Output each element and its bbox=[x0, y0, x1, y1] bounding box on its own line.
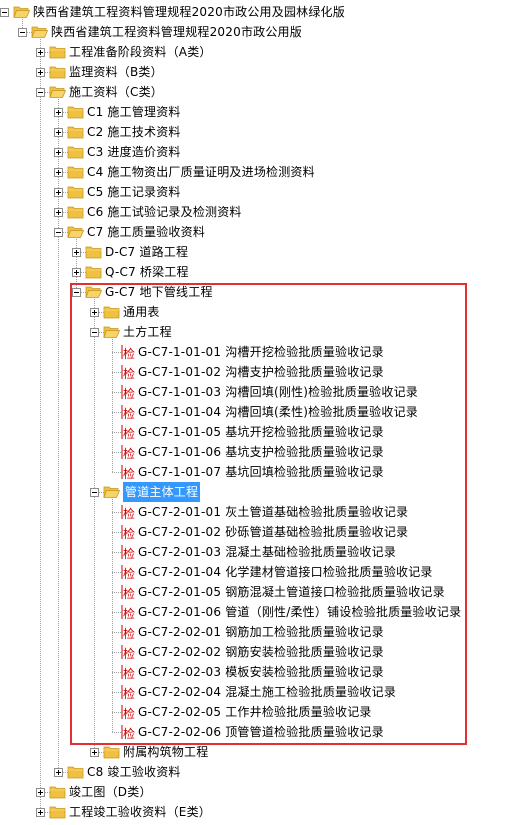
folder-open-icon bbox=[31, 25, 49, 39]
tree-node-d-c7[interactable]: D-C7 道路工程 bbox=[0, 242, 530, 262]
tree-node-label: 工程竣工验收资料（E类） bbox=[69, 805, 211, 819]
expand-toggle-icon[interactable] bbox=[36, 808, 45, 817]
folder-icon bbox=[67, 765, 84, 779]
expand-toggle-icon[interactable] bbox=[54, 168, 63, 177]
expand-toggle-icon[interactable] bbox=[90, 748, 99, 757]
tree-node-c7[interactable]: C7 施工质量验收资料 bbox=[0, 222, 530, 242]
tree-node-c1[interactable]: C1 施工管理资料 bbox=[0, 102, 530, 122]
tree-node-c[interactable]: 施工资料（C类） bbox=[0, 82, 530, 102]
tree-node-label: C4 施工物资出厂质量证明及进场检测资料 bbox=[87, 165, 315, 179]
folder-open-icon bbox=[13, 5, 31, 19]
folder-icon bbox=[67, 165, 84, 179]
folder-icon bbox=[67, 105, 84, 119]
collapse-toggle-icon[interactable] bbox=[36, 88, 45, 97]
tree-node-label: C7 施工质量验收资料 bbox=[87, 225, 206, 239]
expand-toggle-icon[interactable] bbox=[54, 148, 63, 157]
folder-icon bbox=[67, 125, 84, 139]
tree-node-d[interactable]: 竣工图（D类） bbox=[0, 782, 530, 802]
expand-toggle-icon[interactable] bbox=[54, 128, 63, 137]
folder-icon bbox=[49, 805, 66, 819]
tree-node-c6[interactable]: C6 施工试验记录及检测资料 bbox=[0, 202, 530, 222]
tree-node-c4[interactable]: C4 施工物资出厂质量证明及进场检测资料 bbox=[0, 162, 530, 182]
tree-node-a[interactable]: 工程准备阶段资料（A类） bbox=[0, 42, 530, 62]
expand-toggle-icon[interactable] bbox=[72, 248, 81, 257]
folder-icon bbox=[67, 185, 84, 199]
folder-icon bbox=[49, 45, 66, 59]
expand-toggle-icon[interactable] bbox=[36, 788, 45, 797]
tree-node-c2[interactable]: C2 施工技术资料 bbox=[0, 122, 530, 142]
expand-toggle-icon[interactable] bbox=[54, 208, 63, 217]
folder-icon bbox=[49, 785, 66, 799]
tree-node-label: Q-C7 桥梁工程 bbox=[105, 265, 189, 279]
folder-icon bbox=[85, 245, 102, 259]
collapse-toggle-icon[interactable] bbox=[54, 228, 63, 237]
folder-icon bbox=[67, 145, 84, 159]
expand-toggle-icon[interactable] bbox=[36, 68, 45, 77]
expand-toggle-icon[interactable] bbox=[54, 768, 63, 777]
tree-node-label: 工程准备阶段资料（A类） bbox=[69, 45, 212, 59]
expand-toggle-icon[interactable] bbox=[54, 108, 63, 117]
tree-node-label: 陕西省建筑工程资料管理规程2020市政公用版 bbox=[51, 25, 302, 39]
tree-node-label: C3 进度造价资料 bbox=[87, 145, 181, 159]
folder-icon bbox=[85, 265, 102, 279]
folder-icon bbox=[67, 205, 84, 219]
expand-toggle-icon[interactable] bbox=[36, 48, 45, 57]
tree-node-label: C6 施工试验记录及检测资料 bbox=[87, 205, 242, 219]
expand-toggle-icon[interactable] bbox=[54, 188, 63, 197]
tree-node-label: C1 施工管理资料 bbox=[87, 105, 181, 119]
tree-node-label: 竣工图（D类） bbox=[69, 785, 152, 799]
tree-node-municipal[interactable]: 陕西省建筑工程资料管理规程2020市政公用版 bbox=[0, 22, 530, 42]
collapse-toggle-icon[interactable] bbox=[0, 8, 9, 17]
tree-node-label: D-C7 道路工程 bbox=[105, 245, 189, 259]
tree-node-e[interactable]: 工程竣工验收资料（E类） bbox=[0, 802, 530, 822]
tree-node-c8[interactable]: C8 竣工验收资料 bbox=[0, 762, 530, 782]
tree-node-c3[interactable]: C3 进度造价资料 bbox=[0, 142, 530, 162]
highlight-box bbox=[70, 283, 467, 745]
tree-node-label: 施工资料（C类） bbox=[69, 85, 163, 99]
tree-node-label: C5 施工记录资料 bbox=[87, 185, 181, 199]
expand-toggle-icon[interactable] bbox=[72, 268, 81, 277]
tree-node-label: 陕西省建筑工程资料管理规程2020市政公用及园林绿化版 bbox=[33, 5, 345, 19]
tree-node-c5[interactable]: C5 施工记录资料 bbox=[0, 182, 530, 202]
folder-open-icon bbox=[49, 85, 67, 99]
tree-node-label: C8 竣工验收资料 bbox=[87, 765, 181, 779]
tree-node-q-c7[interactable]: Q-C7 桥梁工程 bbox=[0, 262, 530, 282]
tree-node-b[interactable]: 监理资料（B类） bbox=[0, 62, 530, 82]
folder-icon bbox=[49, 65, 66, 79]
folder-open-icon bbox=[67, 225, 85, 239]
tree-node-root[interactable]: 陕西省建筑工程资料管理规程2020市政公用及园林绿化版 bbox=[0, 2, 530, 22]
tree-node-label: C2 施工技术资料 bbox=[87, 125, 181, 139]
folder-icon bbox=[103, 745, 120, 759]
tree-node-ancillary[interactable]: 附属构筑物工程 bbox=[0, 742, 530, 762]
tree-node-label: 监理资料（B类） bbox=[69, 65, 163, 79]
collapse-toggle-icon[interactable] bbox=[18, 28, 27, 37]
tree-node-label: 附属构筑物工程 bbox=[123, 745, 209, 759]
